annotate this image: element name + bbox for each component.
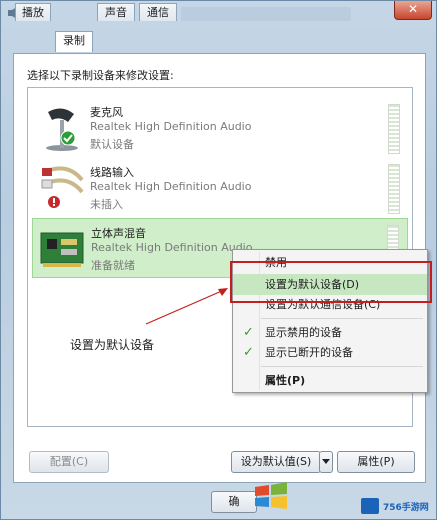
menu-item-label: 显示禁用的设备 bbox=[265, 326, 342, 339]
set-default-dropdown[interactable] bbox=[319, 451, 333, 473]
watermark-logo-icon bbox=[361, 498, 379, 514]
sound-card-icon bbox=[40, 232, 84, 267]
check-icon: ✓ bbox=[243, 345, 254, 360]
menu-item-label: 显示已断开的设备 bbox=[265, 346, 353, 359]
background-window-ghost bbox=[181, 7, 351, 21]
watermark-text: 756手游网 bbox=[383, 503, 429, 513]
close-button[interactable]: ✕ bbox=[394, 1, 432, 20]
device-name: 线路输入 bbox=[90, 166, 134, 179]
title-bar: 声音 ✕ bbox=[1, 1, 436, 27]
set-default-button[interactable]: 设为默认值(S) bbox=[231, 451, 321, 473]
menu-item-properties[interactable]: 属性(P) bbox=[233, 370, 427, 391]
device-name: 麦克风 bbox=[90, 106, 123, 119]
level-meter bbox=[388, 164, 400, 214]
menu-item-show-disabled[interactable]: ✓ 显示禁用的设备 bbox=[233, 322, 427, 343]
annotation-callout: 设置为默认设备 bbox=[70, 338, 155, 352]
annotation-highlight-box bbox=[230, 261, 432, 303]
tab-communications[interactable]: 通信 bbox=[139, 3, 177, 21]
site-watermark: 756手游网 bbox=[361, 496, 431, 516]
device-status: 默认设备 bbox=[90, 138, 134, 151]
microphone-icon bbox=[46, 108, 78, 151]
windows-logo-icon bbox=[255, 482, 287, 509]
tab-sounds[interactable]: 声音 bbox=[97, 3, 135, 21]
device-row-line-in[interactable]: 线路输入 Realtek High Definition Audio 未插入 bbox=[32, 158, 408, 218]
configure-button[interactable]: 配置(C) bbox=[29, 451, 109, 473]
device-status: 未插入 bbox=[90, 198, 123, 211]
tab-playback[interactable]: 播放 bbox=[15, 3, 51, 21]
menu-item-show-disconnected[interactable]: ✓ 显示已断开的设备 bbox=[233, 342, 427, 363]
device-driver: Realtek High Definition Audio bbox=[91, 241, 253, 254]
menu-separator bbox=[261, 318, 423, 319]
properties-button[interactable]: 属性(P) bbox=[337, 451, 415, 473]
line-in-icon bbox=[41, 166, 84, 208]
check-icon: ✓ bbox=[243, 325, 254, 340]
instruction-text: 选择以下录制设备来修改设置: bbox=[27, 69, 174, 82]
device-driver: Realtek High Definition Audio bbox=[90, 120, 252, 133]
device-status: 准备就绪 bbox=[91, 259, 135, 272]
tab-recording[interactable]: 录制 bbox=[55, 31, 93, 52]
menu-separator bbox=[261, 366, 423, 367]
device-driver: Realtek High Definition Audio bbox=[90, 180, 252, 193]
chevron-down-icon bbox=[322, 459, 330, 464]
menu-item-label: 属性(P) bbox=[265, 374, 306, 387]
level-meter bbox=[388, 104, 400, 154]
device-row-microphone[interactable]: 麦克风 Realtek High Definition Audio 默认设备 bbox=[32, 98, 408, 158]
device-name: 立体声混音 bbox=[91, 227, 146, 240]
